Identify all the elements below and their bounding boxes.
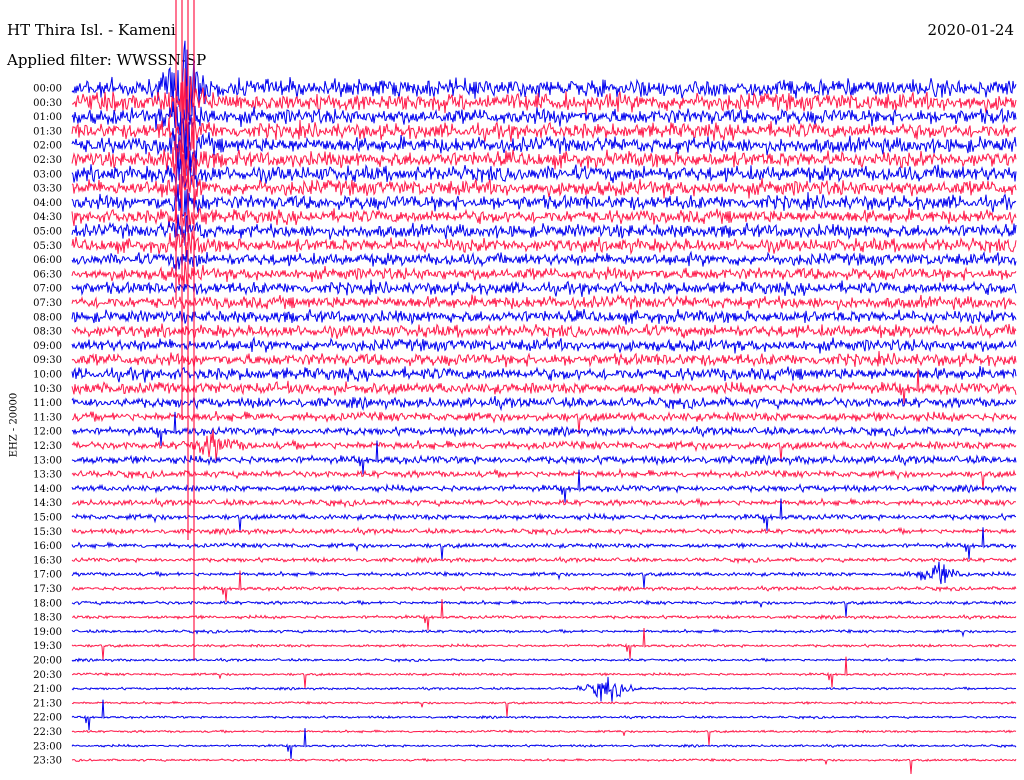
time-tick-label: 18:00 [33,598,62,609]
time-tick-label: 13:00 [33,455,62,466]
seismic-trace-line [71,676,1017,702]
time-tick-label: 11:00 [33,398,62,409]
seismic-trace-line [71,366,1017,383]
time-tick-label: 19:00 [33,627,62,638]
time-tick-label: 07:00 [33,284,62,295]
seismic-trace-line [71,526,1017,536]
seismic-trace-line [71,93,1017,155]
time-tick-label: 08:30 [33,327,62,338]
seismic-trace-line [71,561,1017,589]
seismic-trace-line [71,230,1017,257]
seismic-trace-line [71,497,1017,509]
time-tick-label: 16:00 [33,541,62,552]
seismic-trace-line [71,656,1017,689]
seismic-trace-line [71,293,1017,311]
time-tick-label: 02:30 [33,155,62,166]
time-tick-label: 15:00 [33,513,62,524]
time-tick-label: 06:00 [33,255,62,266]
seismic-trace-line [71,599,1017,618]
seismic-trace-line [71,336,1017,354]
seismic-trace-line [71,657,1017,663]
time-tick-label: 01:00 [33,112,62,123]
seismic-trace-line [71,757,1017,775]
time-tick-label: 08:00 [33,312,62,323]
time-tick-label: 17:00 [33,570,62,581]
time-tick-label: 12:00 [33,427,62,438]
seismic-trace-line [71,351,1017,368]
seismic-trace-line [71,699,1017,731]
time-tick-label: 00:00 [33,84,62,95]
time-tick-label: 09:30 [33,355,62,366]
time-tick-label: 06:30 [33,269,62,280]
time-tick-label: 21:30 [33,698,62,709]
time-tick-label: 04:30 [33,212,62,223]
time-tick-label: 20:00 [33,656,62,667]
seismic-trace-line [71,68,1017,132]
seismic-trace-line [71,700,1017,717]
time-tick-label: 01:30 [33,126,62,137]
seismic-trace-line [71,570,1017,602]
time-tick-label: 05:30 [33,241,62,252]
helicorder-plot: 00:00 00:30 01:00 01:30 02:00 02:30 03:00 03:30… [33,0,1017,775]
time-tick-label: 20:30 [33,670,62,681]
time-tick-label: 16:30 [33,555,62,566]
time-tick-label: 00:30 [33,98,62,109]
time-tick-label: 12:30 [33,441,62,452]
time-tick-label: 14:00 [33,484,62,495]
time-tick-label: 03:00 [33,169,62,180]
time-tick-label: 04:00 [33,198,62,209]
seismic-trace-line [71,729,1017,746]
time-tick-label: 23:00 [33,741,62,752]
time-tick-label: 14:30 [33,498,62,509]
helicorder-page: HT Thira Isl. - Kameni 2020-01-24 Applie… [0,0,1024,780]
seismic-trace-line [71,728,1017,759]
time-tick-label: 13:30 [33,470,62,481]
seismic-trace-line [71,309,1017,326]
seismic-trace-line [71,395,1017,412]
seismic-trace-line [71,628,1017,638]
seismic-trace-line [71,555,1017,565]
time-tick-label: 03:30 [33,184,62,195]
time-tick-label: 21:00 [33,684,62,695]
time-tick-label: 15:30 [33,527,62,538]
time-tick-label: 18:30 [33,613,62,624]
time-tick-label: 02:00 [33,141,62,152]
time-tick-label: 11:30 [33,412,62,423]
time-tick-label: 05:00 [33,227,62,238]
time-tick-label: 10:00 [33,370,62,381]
time-tick-label: 19:30 [33,641,62,652]
time-tick-label: 22:30 [33,727,62,738]
time-tick-label: 22:00 [33,713,62,724]
time-tick-label: 07:30 [33,298,62,309]
time-tick-label: 17:30 [33,584,62,595]
seismic-trace-line [71,323,1017,341]
seismic-trace-line [71,279,1017,297]
time-tick-label: 10:30 [33,384,62,395]
time-tick-label: 23:30 [33,756,62,767]
time-tick-label: 09:00 [33,341,62,352]
